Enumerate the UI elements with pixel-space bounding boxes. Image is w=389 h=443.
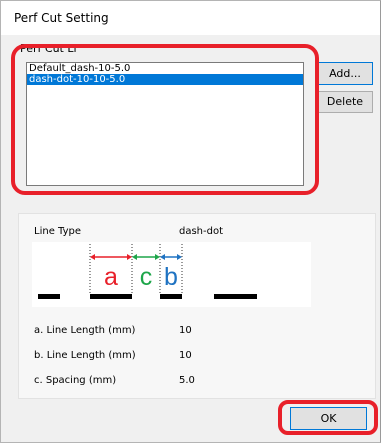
dialog-title: Perf Cut Setting (14, 11, 109, 25)
arrow-a (90, 254, 132, 260)
dash-segment (160, 294, 182, 299)
listbox-highlight (11, 44, 319, 195)
line-type-diagram: a c b (32, 242, 311, 307)
dash-segment (214, 294, 257, 299)
dash-segment (38, 294, 60, 299)
line-type-value: dash-dot (179, 226, 224, 237)
dash-dot-diagram: a c b (38, 244, 257, 299)
line-length-a-value: 10 (179, 325, 192, 336)
delete-button[interactable]: Delete (317, 91, 373, 113)
line-length-b-value: 10 (179, 350, 192, 361)
label-b: b (164, 263, 178, 291)
line-type-label: Line Type (34, 226, 81, 237)
title-bar: Perf Cut Setting (1, 1, 380, 35)
line-length-b-label: b. Line Length (mm) (34, 350, 136, 361)
arrow-c (132, 254, 160, 260)
spacing-value: 5.0 (179, 375, 195, 386)
label-c: c (140, 263, 153, 291)
label-a: a (104, 263, 118, 291)
add-button[interactable]: Add... (317, 62, 373, 85)
spacing-label: c. Spacing (mm) (34, 375, 117, 386)
line-length-a-label: a. Line Length (mm) (34, 325, 136, 336)
arrow-b (160, 254, 182, 260)
ok-button-highlight (278, 400, 378, 435)
dash-segment (90, 294, 132, 299)
